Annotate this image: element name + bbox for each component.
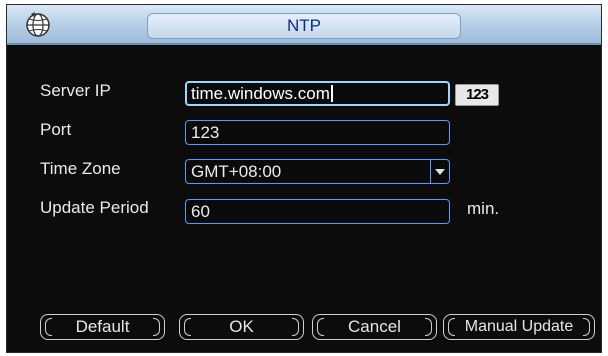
update-period-input[interactable]: 60 [185,199,450,224]
port-input[interactable]: 123 [185,120,450,145]
globe-icon [26,12,50,37]
ntp-dialog: NTP Server IP time.windows.com 123 Port … [6,4,602,353]
default-button-label: Default [75,317,130,336]
text-caret [330,85,333,102]
server-ip-label: Server IP [40,81,111,100]
update-period-unit: min. [467,199,500,218]
port-label: Port [40,120,72,139]
cancel-button[interactable]: Cancel [312,314,437,340]
title-bar: NTP [7,5,601,45]
server-ip-input[interactable]: time.windows.com [185,81,450,106]
cancel-button-label: Cancel [348,317,401,336]
update-period-label: Update Period [40,198,149,217]
default-button[interactable]: Default [40,314,165,340]
window-title: NTP [147,13,461,39]
manual-update-button[interactable]: Manual Update [443,314,595,340]
time-zone-value: GMT+08:00 [191,162,282,181]
ok-button-label: OK [229,317,254,336]
time-zone-select[interactable]: GMT+08:00 [185,159,450,184]
ok-button[interactable]: OK [179,314,304,340]
chevron-down-icon[interactable] [430,160,449,183]
server-ip-value: time.windows.com [191,84,330,103]
keyboard-icon[interactable]: 123 [455,84,499,106]
manual-update-button-label: Manual Update [464,318,574,335]
time-zone-label: Time Zone [40,159,121,178]
